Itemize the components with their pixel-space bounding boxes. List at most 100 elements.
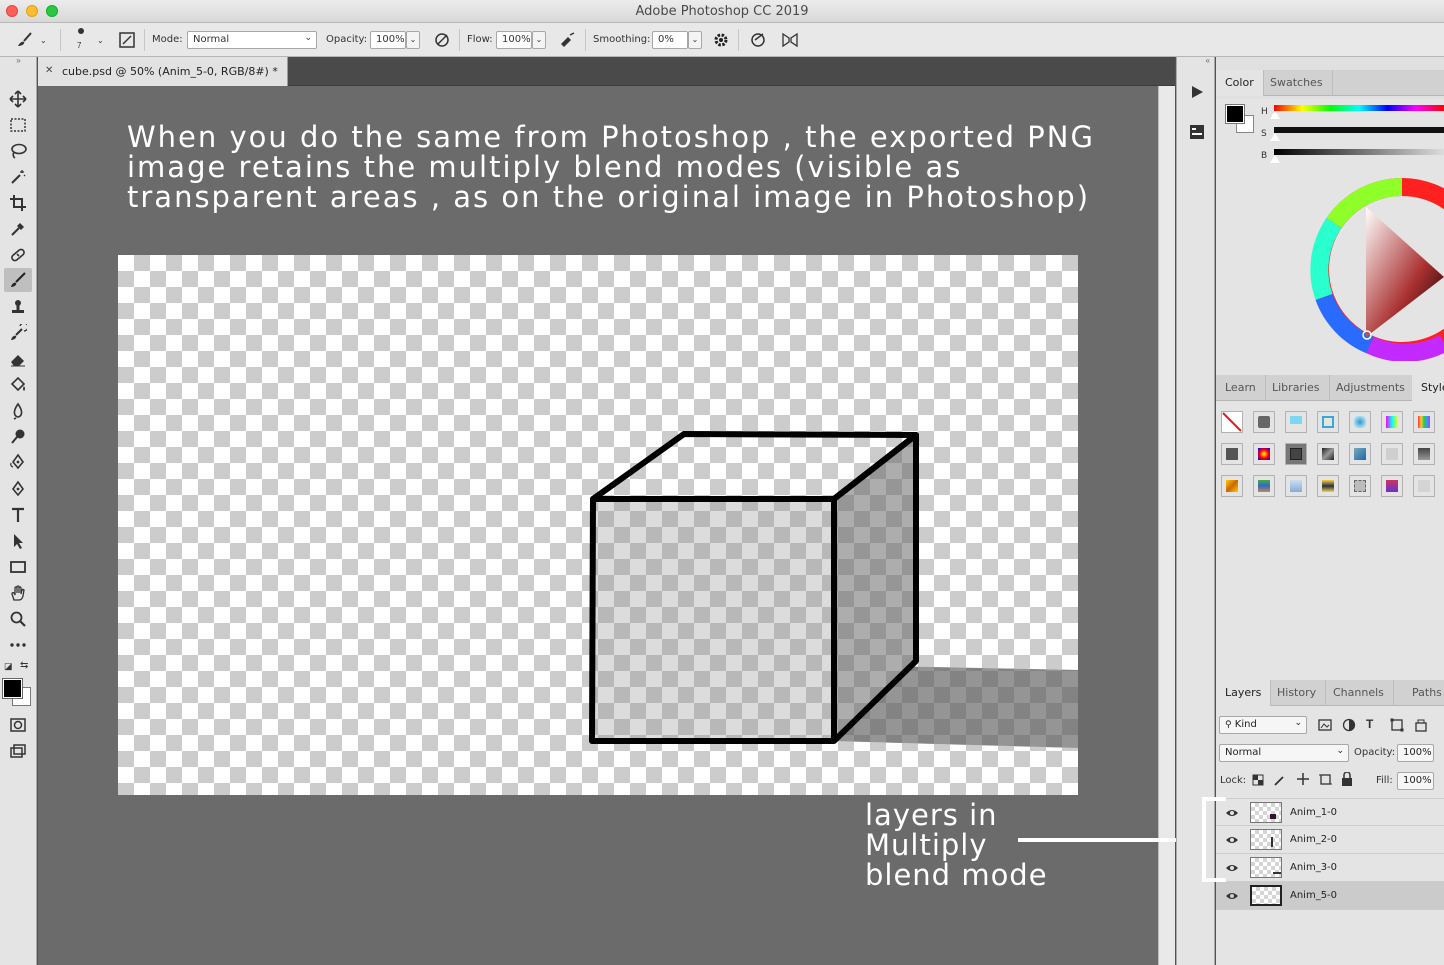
style-swatch[interactable] bbox=[1381, 475, 1403, 497]
airbrush-icon[interactable] bbox=[558, 30, 578, 50]
style-swatch[interactable] bbox=[1221, 475, 1243, 497]
brush-icon[interactable] bbox=[4, 268, 32, 292]
opacity-input[interactable]: 100% bbox=[370, 31, 406, 49]
type-icon[interactable] bbox=[4, 503, 32, 527]
hue-slider[interactable] bbox=[1274, 105, 1444, 111]
smoothing-dropdown-icon[interactable]: ⌄ bbox=[688, 31, 702, 49]
flow-input[interactable]: 100% bbox=[496, 31, 532, 49]
collapse-icon[interactable]: » bbox=[0, 57, 37, 67]
filter-type-icon[interactable]: T bbox=[1366, 717, 1373, 731]
magic-wand-icon[interactable] bbox=[4, 165, 32, 189]
tab-learn[interactable]: Learn bbox=[1216, 375, 1266, 401]
document-image[interactable] bbox=[118, 255, 1078, 795]
filter-adjustment-icon[interactable] bbox=[1342, 718, 1356, 737]
more-icon[interactable] bbox=[4, 633, 32, 657]
pressure-size-icon[interactable] bbox=[748, 30, 768, 50]
filter-shape-icon[interactable] bbox=[1390, 718, 1404, 737]
tab-libraries[interactable]: Libraries bbox=[1263, 375, 1330, 401]
lock-pixels-icon[interactable] bbox=[1274, 773, 1286, 791]
lock-transparent-icon[interactable] bbox=[1252, 773, 1264, 791]
layer-blend-select[interactable]: Normal ⌄ bbox=[1219, 744, 1349, 762]
tab-paths[interactable]: Paths bbox=[1403, 680, 1444, 706]
slider-handle-icon[interactable] bbox=[1270, 155, 1280, 163]
style-swatch[interactable] bbox=[1381, 443, 1403, 465]
swap-colors-icon[interactable]: ⇆ bbox=[20, 660, 28, 671]
eyedropper-icon[interactable] bbox=[4, 217, 32, 241]
marquee-icon[interactable] bbox=[4, 113, 32, 137]
preset-dropdown-icon[interactable]: ⌄ bbox=[40, 36, 47, 45]
style-swatch[interactable] bbox=[1253, 411, 1275, 433]
tab-swatches[interactable]: Swatches bbox=[1261, 70, 1333, 96]
smoothing-input[interactable]: 0% bbox=[652, 31, 688, 49]
slider-handle-icon[interactable] bbox=[1270, 133, 1280, 141]
filter-smart-object-icon[interactable] bbox=[1414, 718, 1428, 737]
rectangle-icon[interactable] bbox=[4, 555, 32, 579]
lock-position-icon[interactable] bbox=[1296, 772, 1310, 791]
brush-settings-icon[interactable] bbox=[117, 30, 137, 50]
color-wheel[interactable] bbox=[1310, 177, 1444, 361]
symmetry-icon[interactable] bbox=[780, 30, 800, 50]
play-icon[interactable] bbox=[1189, 84, 1205, 105]
style-swatch[interactable] bbox=[1253, 443, 1275, 465]
document-tab[interactable]: ✕ cube.psd @ 50% (Anim_5-0, RGB/8#) * bbox=[38, 57, 288, 86]
lasso-icon[interactable] bbox=[4, 139, 32, 163]
layer-row[interactable]: Anim_3-0 bbox=[1216, 854, 1444, 882]
pen-icon[interactable] bbox=[4, 477, 32, 501]
style-swatch[interactable] bbox=[1285, 411, 1307, 433]
paint-bucket-icon[interactable] bbox=[4, 373, 32, 397]
flow-dropdown-icon[interactable]: ⌄ bbox=[532, 31, 546, 49]
dodge-icon[interactable] bbox=[4, 425, 32, 449]
foreground-color-swatch[interactable] bbox=[1225, 104, 1245, 124]
tab-history[interactable]: History bbox=[1268, 680, 1327, 706]
style-swatch[interactable] bbox=[1349, 443, 1371, 465]
slider-handle-icon[interactable] bbox=[1270, 111, 1280, 119]
pressure-opacity-icon[interactable] bbox=[432, 30, 452, 50]
style-swatch[interactable] bbox=[1413, 411, 1435, 433]
move-icon[interactable] bbox=[4, 87, 32, 111]
eye-icon[interactable] bbox=[1225, 890, 1239, 902]
gear-icon[interactable] bbox=[711, 30, 731, 50]
layer-row[interactable]: Anim_2-0 bbox=[1216, 826, 1444, 854]
history-brush-icon[interactable] bbox=[4, 321, 32, 345]
brush-tip-icon[interactable] bbox=[78, 28, 84, 34]
brightness-slider[interactable] bbox=[1274, 149, 1444, 155]
tab-channels[interactable]: Channels bbox=[1324, 680, 1394, 706]
tab-adjustments[interactable]: Adjustments bbox=[1327, 375, 1415, 401]
fill-input[interactable]: 100% bbox=[1397, 772, 1434, 790]
saturation-slider[interactable] bbox=[1274, 127, 1444, 133]
style-swatch[interactable] bbox=[1317, 475, 1339, 497]
pen-icon[interactable] bbox=[4, 450, 32, 474]
layer-row[interactable]: Anim_1-0 bbox=[1216, 798, 1444, 826]
layer-row-selected[interactable]: Anim_5-0 bbox=[1216, 882, 1444, 910]
style-swatch[interactable] bbox=[1221, 443, 1243, 465]
style-swatch[interactable] bbox=[1381, 411, 1403, 433]
lock-artboard-icon[interactable] bbox=[1319, 773, 1332, 791]
crop-icon[interactable] bbox=[4, 191, 32, 215]
layer-opacity-input[interactable]: 100% bbox=[1397, 744, 1434, 762]
mode-select[interactable]: Normal ⌄ bbox=[187, 31, 317, 49]
style-swatch[interactable] bbox=[1349, 411, 1371, 433]
quick-mask-icon[interactable] bbox=[4, 713, 32, 737]
brush-size-dropdown-icon[interactable]: ⌄ bbox=[97, 36, 104, 45]
style-swatch[interactable] bbox=[1349, 475, 1371, 497]
style-swatch[interactable] bbox=[1253, 475, 1275, 497]
foreground-color-swatch[interactable] bbox=[2, 678, 23, 699]
style-swatch[interactable] bbox=[1317, 411, 1339, 433]
default-colors-icon[interactable]: ◪ bbox=[4, 661, 13, 672]
opacity-dropdown-icon[interactable]: ⌄ bbox=[406, 31, 420, 49]
eraser-icon[interactable] bbox=[4, 347, 32, 371]
tab-layers[interactable]: Layers bbox=[1216, 680, 1272, 706]
hand-icon[interactable] bbox=[4, 581, 32, 605]
stamp-icon[interactable] bbox=[4, 295, 32, 319]
blur-icon[interactable] bbox=[4, 399, 32, 423]
properties-icon[interactable] bbox=[1188, 123, 1206, 146]
screen-mode-icon[interactable] bbox=[4, 739, 32, 763]
style-swatch[interactable] bbox=[1317, 443, 1339, 465]
lock-all-icon[interactable] bbox=[1341, 771, 1353, 791]
filter-pixel-icon[interactable] bbox=[1318, 718, 1332, 737]
style-none-swatch[interactable] bbox=[1221, 411, 1243, 433]
close-tab-icon[interactable]: ✕ bbox=[45, 65, 53, 76]
layer-filter-select[interactable]: ⚲ Kind ⌄ bbox=[1219, 716, 1307, 734]
style-swatch[interactable] bbox=[1285, 443, 1307, 465]
collapse-icon[interactable]: « bbox=[1177, 57, 1214, 67]
